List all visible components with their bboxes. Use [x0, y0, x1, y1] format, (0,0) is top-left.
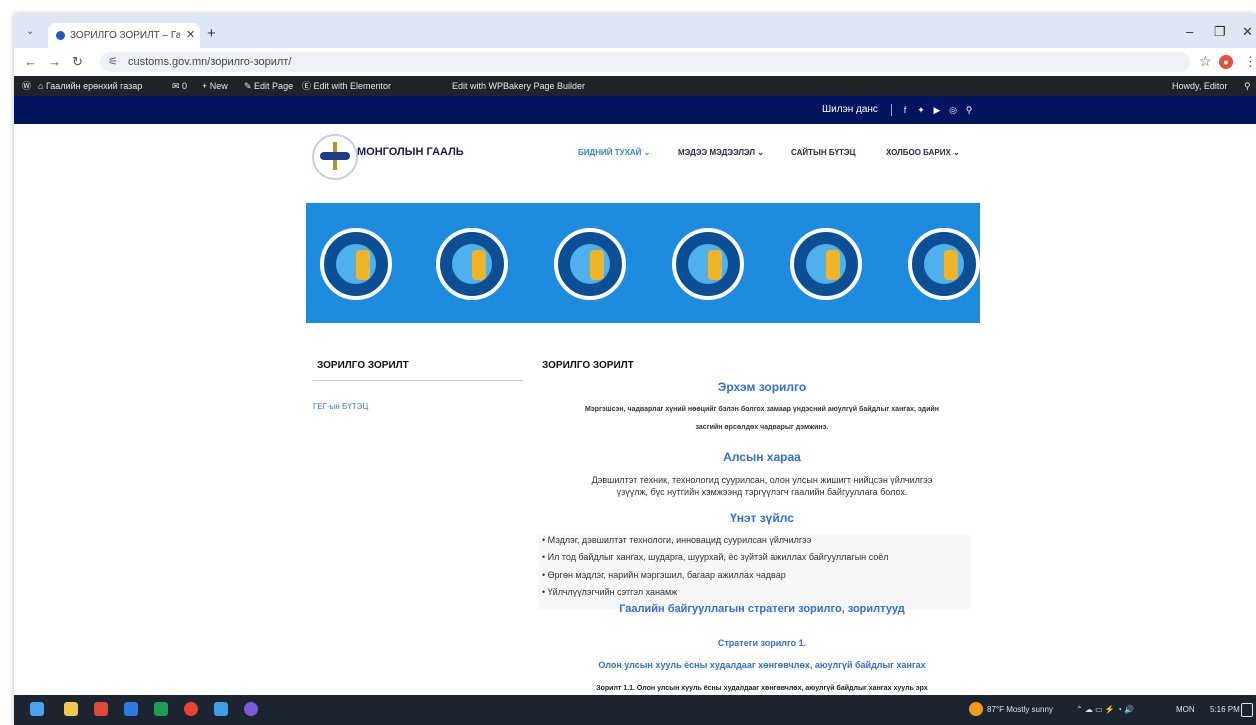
site-favicon-icon [56, 31, 65, 40]
facebook-icon[interactable]: f [900, 105, 910, 115]
computer-illustration [436, 228, 508, 300]
reload-icon[interactable]: ↻ [72, 54, 83, 70]
wp-edit-wpbakery[interactable]: Edit with WPBakery Page Builder [452, 76, 585, 96]
vision-text-line1: Дэвшилтэт техник, технологид суурилсан, … [591, 475, 933, 485]
browser-window: ⌄ ЗОРИЛГО ЗОРИЛТ – Гаалийн ✕ + – ❐ ✕ ← →… [14, 14, 1256, 725]
values-heading: Үнэт зүйлс [730, 511, 794, 525]
vision-text-line2: үзүүлж, бүс нутгийн хэмжээнд тэргүүлэгч … [616, 487, 908, 497]
wp-comments-count: 0 [182, 81, 188, 91]
app-icon[interactable] [244, 702, 258, 716]
file-explorer-icon[interactable] [64, 702, 78, 716]
nav-about[interactable]: БИДНИЙ ТУХАЙ ⌄ [578, 148, 650, 157]
logo-wings [320, 152, 350, 160]
wp-new-label: New [209, 81, 228, 91]
close-window-icon[interactable]: ✕ [1242, 24, 1253, 40]
value-text: Үйлчлүүлэгчийн сэтгэл ханамж [547, 587, 678, 597]
close-tab-icon[interactable]: ✕ [186, 23, 195, 48]
wp-admin-bar: Ⓦ ⌂ Гаалийн ерөнхий газар ✉ 0 + New ✎ Ed… [14, 76, 1256, 96]
minimize-icon[interactable]: – [1186, 24, 1193, 39]
tab-title: ЗОРИЛГО ЗОРИЛТ – Гаалийн [70, 30, 180, 41]
wp-edit-elementor[interactable]: Ⓔ Edit with Elementor [302, 76, 391, 96]
wp-howdy[interactable]: Howdy, Editor [1172, 76, 1227, 96]
windows-start-icon[interactable] [30, 702, 44, 716]
wp-edit-page-label: Edit Page [254, 81, 294, 91]
globe-illustration [790, 228, 862, 300]
list-item: • Үйлчлүүлэгчийн сэтгэл ханамж [542, 587, 678, 597]
value-text: Мэдлэг, дэвшилтэт технологи, инновацид с… [547, 535, 812, 545]
tab-strip: ⌄ ЗОРИЛГО ЗОРИЛТ – Гаалийн ✕ + – ❐ ✕ [14, 14, 1256, 48]
goal-1-heading: Стратеги зорилго 1. [717, 638, 807, 648]
wp-edit-page[interactable]: ✎ Edit Page [244, 76, 293, 96]
mission-text-line1: Мэргэшсэн, чадварлаг хүний нөөцийг бэлэн… [585, 406, 939, 413]
hero-banner [306, 203, 980, 323]
sidebar-structure-link[interactable]: ГЕГ-ын БҮТЭЦ [313, 402, 368, 411]
weather-text[interactable]: 87°F Mostly sunny [987, 695, 1053, 725]
nav-contact[interactable]: ХОЛБОО БАРИХ ⌄ [886, 148, 960, 157]
tray-icons[interactable]: ⌃ ☁ ▭ ⚡ ◔ 🔊 [1076, 695, 1134, 725]
vision-heading: Алсын хараа [723, 450, 801, 464]
topbar-divider [891, 104, 892, 116]
wordpress-icon[interactable]: Ⓦ [22, 76, 31, 96]
restore-icon[interactable]: ❐ [1214, 24, 1226, 40]
chart-illustration [908, 228, 980, 300]
browser-tab[interactable]: ЗОРИЛГО ЗОРИЛТ – Гаалийн ✕ [48, 23, 200, 48]
value-text: Ил тод байдлыг хангах, шударга, шуурхай,… [547, 552, 889, 562]
drive-icon[interactable] [214, 702, 228, 716]
browser-menu-icon[interactable]: ⋮ [1244, 54, 1256, 70]
mission-heading: Эрхэм зорилго [717, 380, 807, 394]
wp-elementor-label: Edit with Elementor [313, 81, 392, 91]
list-item: • Мэдлэг, дэвшилтэт технологи, инновацид… [542, 535, 812, 545]
objective-1-1: Зорилт 1.1. Олон улсын хууль ёсны худалд… [596, 685, 928, 692]
goal-1-text: Олон улсын хууль ёсны худалдааг хөнгөвчл… [598, 660, 926, 670]
site-topbar: Шилэн данс f ✦ ▶ ◎ ⚲ [14, 96, 1256, 124]
research-illustration [672, 228, 744, 300]
sidebar-divider [313, 380, 523, 381]
app-icon[interactable] [94, 702, 108, 716]
back-icon[interactable]: ← [24, 54, 37, 69]
notification-icon[interactable] [1241, 703, 1253, 717]
nav-news[interactable]: МЭДЭЭ МЭДЭЭЛЭЛ ⌄ [678, 148, 764, 157]
wp-search-icon[interactable]: ⚲ [1244, 76, 1251, 96]
mission-text-line2: засгийн өрсөлдөх чадварыг дэмжинэ. [695, 424, 829, 431]
strategy-heading: Гаалийн байгууллагын стратеги зорилго, з… [619, 603, 905, 615]
wp-site-name-label: Гаалийн ерөнхий газар [45, 81, 143, 91]
nav-sitemap[interactable]: САЙТЫН БҮТЭЦ [791, 148, 855, 157]
language-indicator[interactable]: MON [1176, 695, 1195, 725]
profile-avatar[interactable]: ● [1219, 55, 1233, 69]
page-title: ЗОРИЛГО ЗОРИЛТ [542, 360, 634, 371]
twitter-icon[interactable]: ✦ [916, 105, 926, 115]
site-info-icon[interactable]: ⚟ [108, 52, 118, 72]
customs-logo[interactable] [312, 134, 358, 180]
youtube-icon[interactable]: ▶ [932, 105, 942, 115]
outlook-icon[interactable] [124, 702, 138, 716]
wp-comments[interactable]: ✉ 0 [172, 76, 187, 96]
forward-icon[interactable]: → [48, 54, 61, 69]
sidebar-title: ЗОРИЛГО ЗОРИЛТ [317, 360, 409, 371]
list-item: • Ил тод байдлыг хангах, шударга, шуурха… [542, 552, 889, 562]
clock[interactable]: 5:16 PM [1210, 695, 1240, 725]
weather-icon[interactable] [969, 702, 983, 716]
glass-account-link[interactable]: Шилэн данс [822, 96, 878, 124]
chrome-icon[interactable] [184, 702, 198, 716]
browser-toolbar: ← → ↻ ⚟ customs.gov.mn/зорилго-зорилт/ ☆… [14, 48, 1256, 77]
address-bar[interactable]: ⚟ customs.gov.mn/зорилго-зорилт/ [100, 52, 1190, 72]
instagram-icon[interactable]: ◎ [948, 105, 958, 115]
list-item: • Өргөн мэдлэг, нарийн мэргэшил, багаар … [542, 570, 786, 580]
coins-illustration [554, 228, 626, 300]
wp-site-name[interactable]: ⌂ Гаалийн ерөнхий газар [38, 76, 142, 96]
analysis-illustration [320, 228, 392, 300]
windows-taskbar: 87°F Mostly sunny ⌃ ☁ ▭ ⚡ ◔ 🔊 MON 5:16 P… [14, 695, 1256, 725]
wp-new[interactable]: + New [202, 76, 228, 96]
bookmark-star-icon[interactable]: ☆ [1199, 53, 1212, 70]
site-brand[interactable]: МОНГОЛЫН ГААЛЬ [357, 146, 464, 158]
url-text: customs.gov.mn/зорилго-зорилт/ [128, 56, 292, 68]
value-text: Өргөн мэдлэг, нарийн мэргэшил, багаар аж… [547, 570, 786, 580]
tab-search-icon[interactable]: ⌄ [26, 26, 34, 37]
new-tab-icon[interactable]: + [207, 23, 216, 45]
excel-icon[interactable] [154, 702, 168, 716]
search-icon[interactable]: ⚲ [964, 105, 974, 115]
